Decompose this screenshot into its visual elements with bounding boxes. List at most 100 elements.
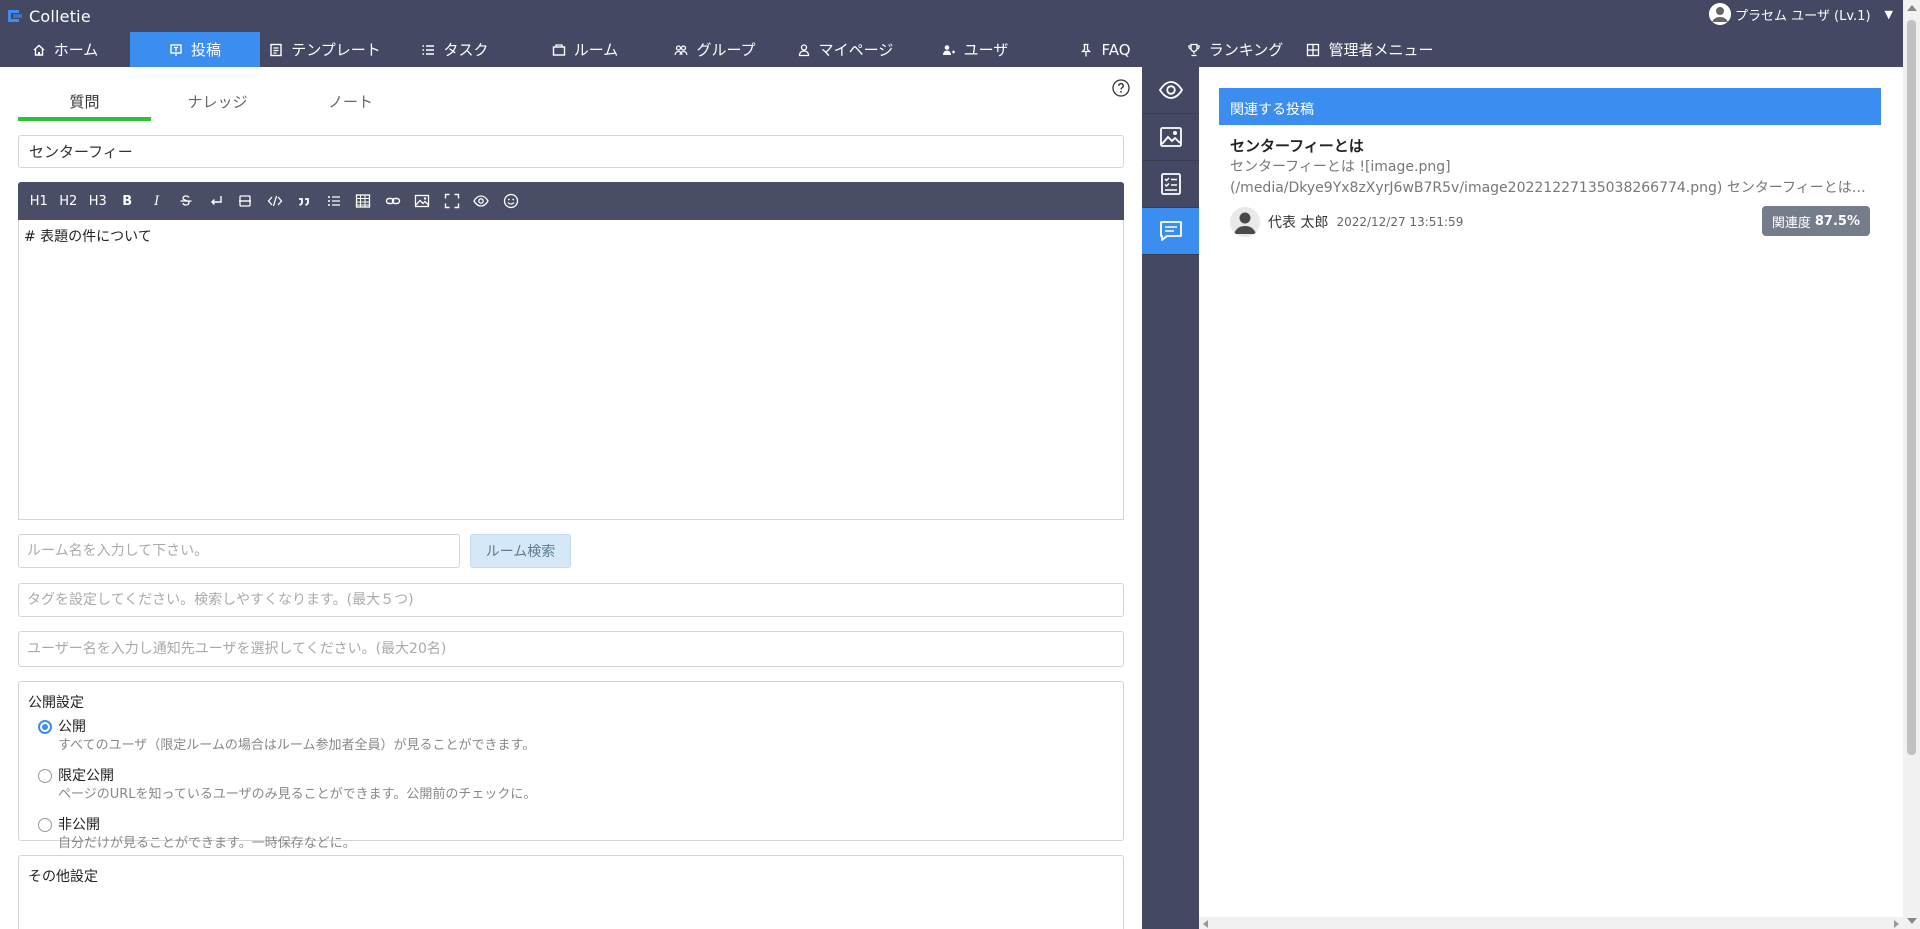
other-settings-title: その他設定 bbox=[28, 869, 98, 885]
nav-task-label: タスク bbox=[443, 41, 489, 59]
visibility-title: 公開設定 bbox=[28, 695, 84, 711]
app-header: Colletie プラセム ユーザ (Lv.1) ▼ ホーム 投稿 テンプレート… bbox=[0, 0, 1903, 67]
horizontal-rule-icon bbox=[237, 193, 253, 209]
nav-task[interactable]: タスク bbox=[390, 32, 520, 67]
nav-ranking[interactable]: ランキング bbox=[1170, 32, 1300, 67]
italic-button[interactable]: I bbox=[142, 186, 172, 216]
nav-template-label: テンプレート bbox=[291, 41, 381, 59]
related-post-author[interactable]: 代表 太郎 bbox=[1268, 212, 1328, 232]
heading2-button[interactable]: H2 bbox=[54, 186, 84, 216]
nav-faq-label: FAQ bbox=[1101, 40, 1131, 59]
page-vertical-scrollbar[interactable] bbox=[1903, 0, 1920, 929]
app-logo[interactable]: Colletie bbox=[6, 4, 91, 28]
code-button[interactable] bbox=[260, 186, 290, 216]
side-preview-button[interactable] bbox=[1142, 67, 1199, 114]
nav-users-label: ユーザ bbox=[963, 41, 1009, 59]
admin-grid-icon bbox=[1306, 43, 1320, 57]
nav-template[interactable]: テンプレート bbox=[260, 32, 390, 67]
nav-ranking-label: ランキング bbox=[1208, 41, 1284, 59]
related-panel-horizontal-scrollbar[interactable] bbox=[1199, 917, 1903, 929]
related-posts-panel: 関連する投稿 センターフィーとは センターフィーとは ![image.png] … bbox=[1199, 67, 1903, 923]
scroll-right-arrow-icon[interactable] bbox=[1894, 920, 1899, 928]
side-related-button[interactable] bbox=[1142, 208, 1199, 255]
scroll-left-arrow-icon[interactable] bbox=[1203, 920, 1208, 928]
image-button[interactable] bbox=[408, 186, 438, 216]
image-icon bbox=[414, 193, 430, 209]
user-avatar-icon bbox=[1709, 3, 1732, 25]
visibility-option-limited[interactable]: 限定公開 ページのURLを知っているユーザのみ見ることができます。公開前のチェッ… bbox=[38, 767, 1114, 816]
question-circle-icon[interactable] bbox=[1112, 79, 1130, 97]
private-label: 非公開 bbox=[58, 817, 100, 833]
other-settings: その他設定 bbox=[18, 855, 1124, 929]
heading1-button[interactable]: H1 bbox=[24, 186, 54, 216]
room-search-button[interactable]: ルーム検索 bbox=[470, 534, 571, 568]
fullscreen-button[interactable] bbox=[437, 186, 467, 216]
markdown-body-editor[interactable]: # 表題の件について bbox=[18, 220, 1124, 520]
visibility-option-public[interactable]: 公開 すべてのユーザ（限定ルームの場合はルーム参加者全員）が見ることができます。 bbox=[38, 718, 1114, 767]
related-post-title[interactable]: センターフィーとは bbox=[1230, 135, 1870, 157]
side-images-button[interactable] bbox=[1142, 114, 1199, 161]
global-nav: ホーム 投稿 テンプレート タスク ルーム グループ マイページ ユーザ FAQ… bbox=[0, 32, 1440, 67]
nav-admin-menu[interactable]: 管理者メニュー bbox=[1300, 32, 1440, 67]
colletie-logo-icon bbox=[6, 7, 24, 25]
private-radio[interactable] bbox=[38, 818, 52, 832]
scroll-up-arrow-icon[interactable] bbox=[1907, 5, 1917, 11]
bold-button[interactable]: B bbox=[113, 186, 143, 216]
tab-question[interactable]: 質問 bbox=[18, 87, 151, 121]
visibility-settings: 公開設定 公開 すべてのユーザ（限定ルームの場合はルーム参加者全員）が見ることが… bbox=[18, 681, 1124, 851]
emoji-icon bbox=[503, 193, 519, 209]
side-checklist-button[interactable] bbox=[1142, 161, 1199, 208]
nav-mypage-label: マイページ bbox=[818, 41, 894, 59]
strikethrough-icon bbox=[178, 193, 194, 209]
tab-knowledge[interactable]: ナレッジ bbox=[151, 87, 284, 121]
emoji-button[interactable] bbox=[496, 186, 526, 216]
horizontal-rule-button[interactable] bbox=[231, 186, 261, 216]
app-name: Colletie bbox=[29, 6, 91, 26]
related-post-date: 2022/12/27 13:51:59 bbox=[1336, 215, 1464, 229]
nav-mypage[interactable]: マイページ bbox=[780, 32, 910, 67]
tag-input[interactable] bbox=[18, 583, 1124, 617]
line-break-button[interactable] bbox=[201, 186, 231, 216]
post-icon bbox=[169, 43, 183, 57]
limited-radio[interactable] bbox=[38, 769, 52, 783]
related-post-item[interactable]: センターフィーとは センターフィーとは ![image.png] (/media… bbox=[1230, 135, 1870, 237]
room-name-input[interactable] bbox=[18, 534, 460, 568]
user-menu-caret-icon[interactable]: ▼ bbox=[1885, 8, 1893, 21]
group-icon bbox=[674, 43, 689, 57]
strikethrough-button[interactable] bbox=[172, 186, 202, 216]
nav-post-label: 投稿 bbox=[190, 41, 221, 59]
tab-note[interactable]: ノート bbox=[284, 87, 417, 121]
list-button[interactable] bbox=[319, 186, 349, 216]
user-name: プラセム ユーザ (Lv.1) bbox=[1735, 8, 1871, 24]
nav-room[interactable]: ルーム bbox=[520, 32, 650, 67]
side-tool-strip bbox=[1142, 67, 1199, 929]
relevance-badge: 関連度 87.5% bbox=[1761, 206, 1870, 236]
user-menu[interactable]: プラセム ユーザ (Lv.1) ▼ bbox=[1709, 2, 1893, 26]
quote-button[interactable] bbox=[290, 186, 320, 216]
fullscreen-icon bbox=[444, 193, 460, 209]
nav-post[interactable]: 投稿 bbox=[130, 32, 260, 67]
scroll-down-arrow-icon[interactable] bbox=[1907, 918, 1917, 924]
scrollbar-thumb[interactable] bbox=[1907, 20, 1916, 755]
nav-group-label: グループ bbox=[696, 41, 756, 59]
table-button[interactable] bbox=[349, 186, 379, 216]
nav-group[interactable]: グループ bbox=[650, 32, 780, 67]
nav-users[interactable]: ユーザ bbox=[910, 32, 1040, 67]
room-icon bbox=[552, 43, 566, 57]
nav-faq[interactable]: FAQ bbox=[1040, 32, 1170, 67]
link-button[interactable] bbox=[378, 186, 408, 216]
eye-preview-icon bbox=[1158, 77, 1184, 103]
users-icon bbox=[942, 43, 956, 57]
list-icon bbox=[326, 193, 342, 209]
quote-icon bbox=[296, 193, 312, 209]
template-icon bbox=[269, 43, 283, 57]
post-editor: 質問 ナレッジ ノート H1 H2 H3 B I bbox=[0, 67, 1142, 929]
heading3-button[interactable]: H3 bbox=[83, 186, 113, 216]
public-description: すべてのユーザ（限定ルームの場合はルーム参加者全員）が見ることができます。 bbox=[58, 738, 536, 753]
notify-users-input[interactable] bbox=[18, 631, 1124, 667]
post-title-input[interactable] bbox=[18, 135, 1124, 168]
preview-button[interactable] bbox=[467, 186, 497, 216]
nav-home[interactable]: ホーム bbox=[0, 32, 130, 67]
related-post-excerpt-line1: センターフィーとは ![image.png] bbox=[1230, 159, 1451, 175]
public-radio[interactable] bbox=[38, 720, 52, 734]
